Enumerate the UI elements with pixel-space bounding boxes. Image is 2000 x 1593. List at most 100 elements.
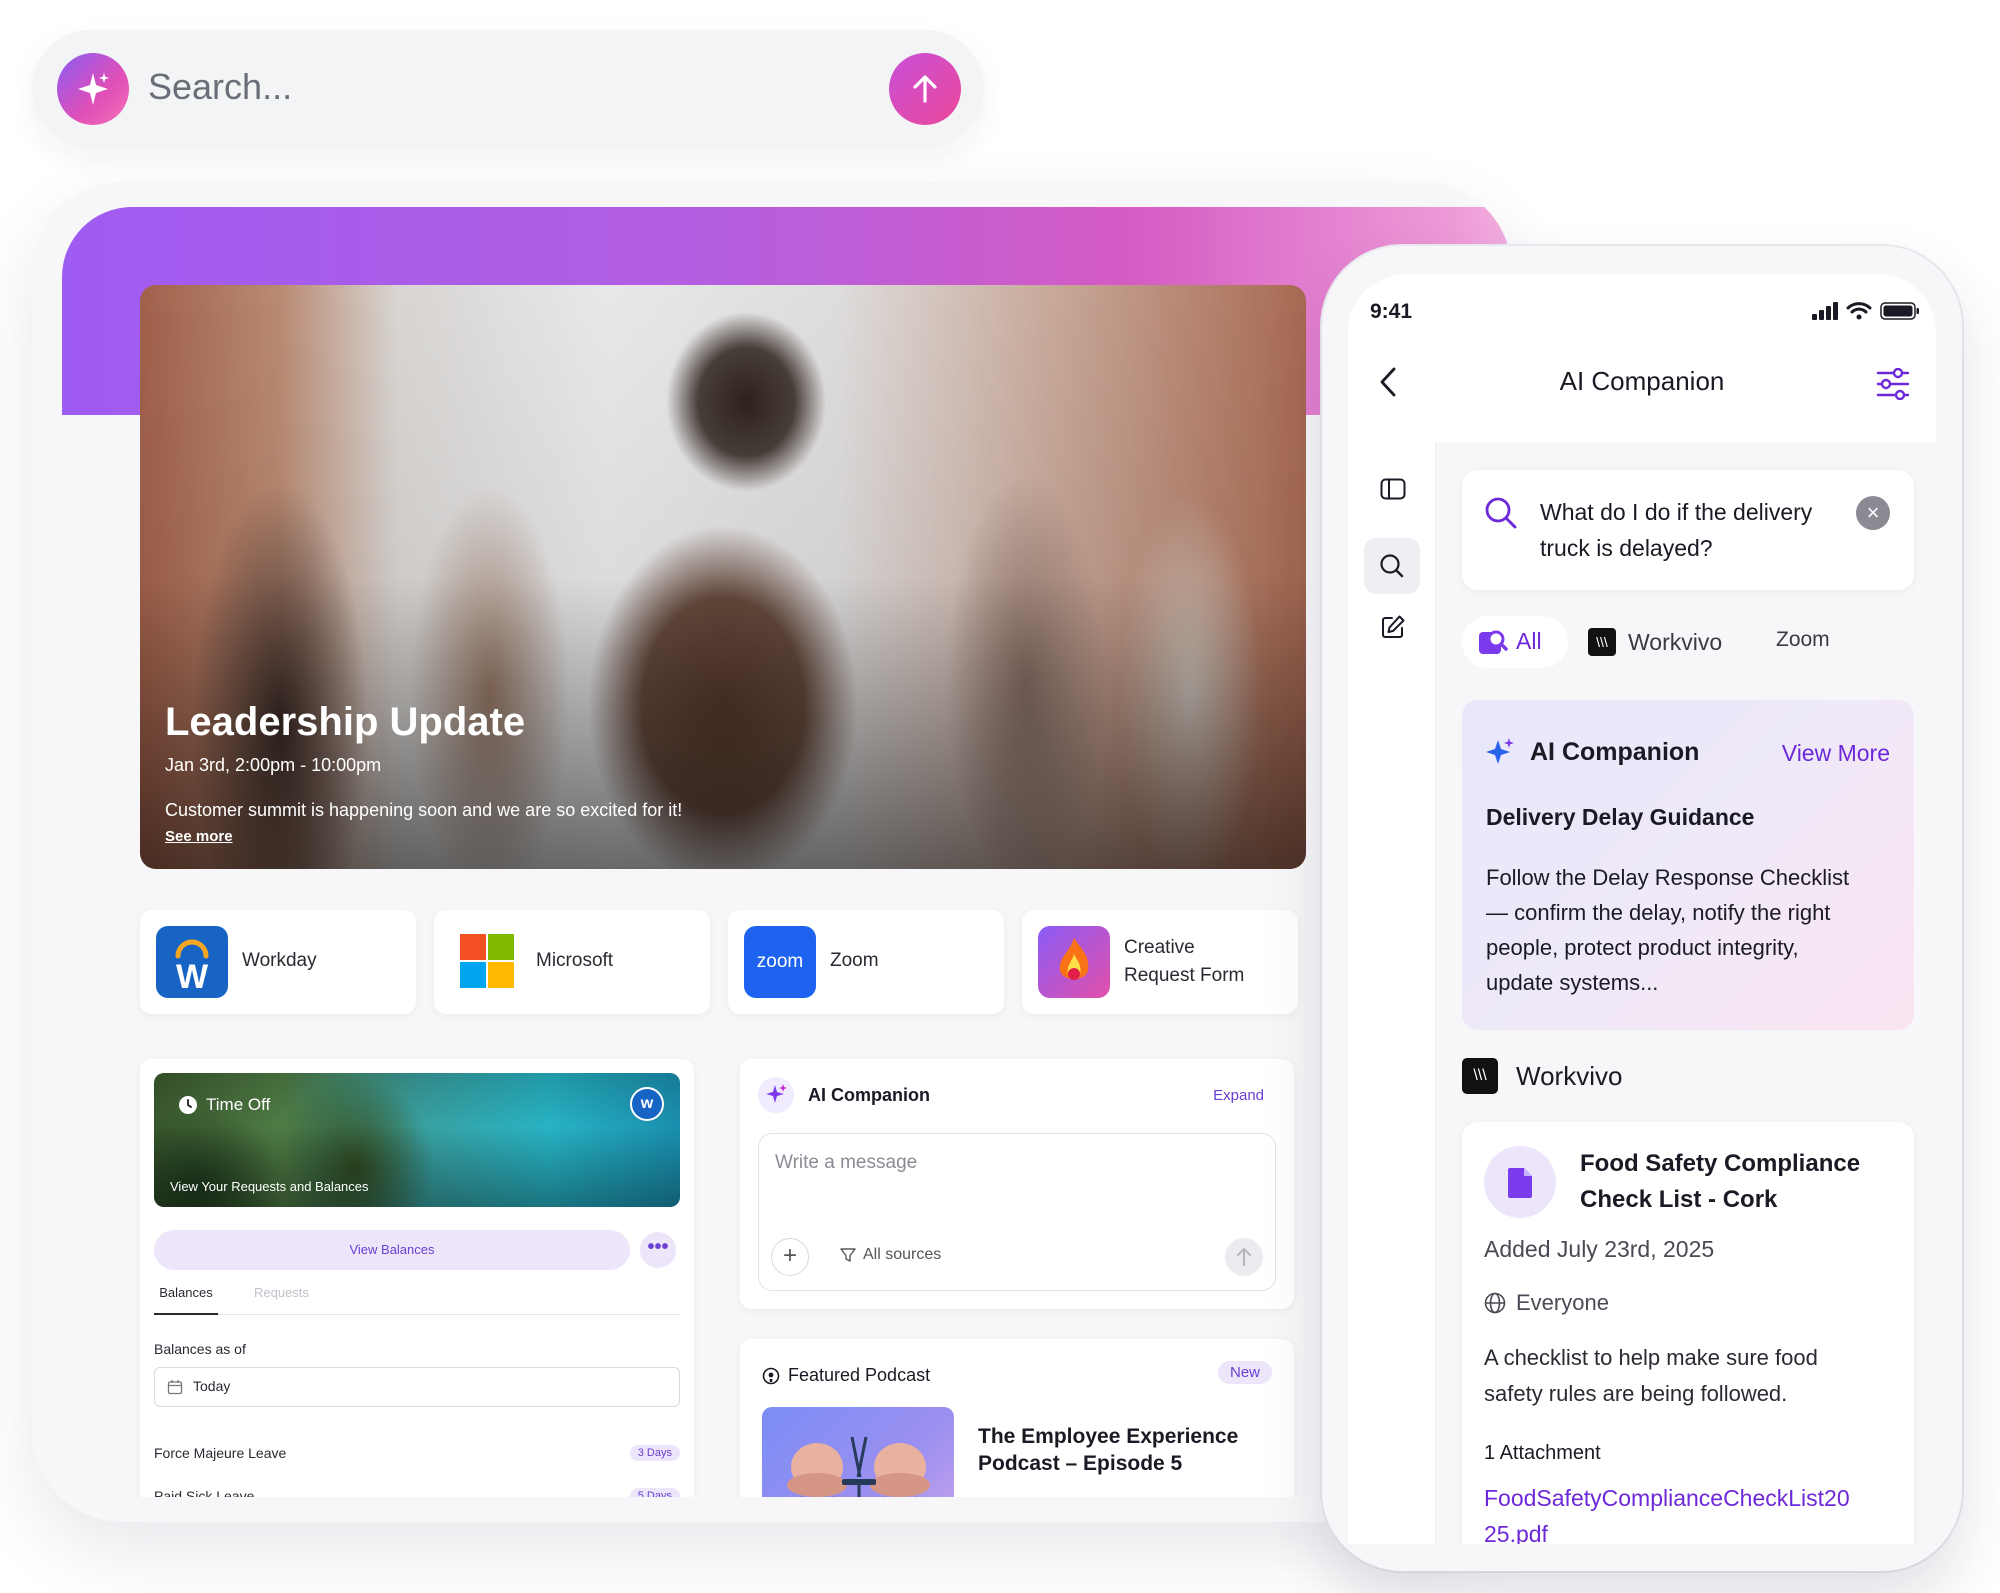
- global-search-bar[interactable]: Search...: [32, 30, 984, 148]
- phone-sidebar: [1348, 442, 1436, 1544]
- view-balances-button[interactable]: View Balances: [154, 1230, 630, 1270]
- ai-companion-widget: AI Companion Expand Write a message + Al…: [740, 1059, 1294, 1309]
- see-more-link[interactable]: See more: [165, 828, 233, 845]
- more-options-button[interactable]: •••: [640, 1232, 676, 1268]
- search-submit-button[interactable]: [889, 53, 961, 125]
- clear-query-button[interactable]: ×: [1856, 496, 1890, 530]
- filter-workvivo[interactable]: \\\ Workvivo: [1588, 616, 1722, 668]
- phone-frame: 9:41 AI Companion What do I do if the de…: [1322, 246, 1962, 1571]
- time-off-banner-image[interactable]: Time Off w View Your Requests and Balanc…: [154, 1073, 680, 1207]
- zoom-icon: zoom: [744, 926, 816, 998]
- balance-row-label: Paid Sick Leave: [154, 1488, 255, 1497]
- podcast-thumbnail[interactable]: [762, 1407, 954, 1497]
- balance-row: Force Majeure Leave 3 Days: [154, 1443, 680, 1467]
- balance-date-field[interactable]: Today: [154, 1367, 680, 1407]
- sparkle-icon: [57, 53, 129, 125]
- hero-image-overlay: [140, 285, 1306, 869]
- file-description-line: A checklist to help make sure food: [1484, 1345, 1818, 1370]
- app-tile-workday[interactable]: W Workday: [140, 910, 416, 1014]
- ai-panel-body-line: Follow the Delay Response Checklist: [1486, 865, 1850, 890]
- expand-link[interactable]: Expand: [1213, 1087, 1264, 1104]
- search-icon: [1485, 497, 1517, 529]
- featured-podcast-card: Featured Podcast New The Employee Experi…: [740, 1339, 1294, 1497]
- search-nav-button[interactable]: [1364, 538, 1420, 594]
- ai-companion-answer-panel: AI Companion View More Delivery Delay Gu…: [1462, 700, 1914, 1030]
- file-title-line: Food Safety Compliance: [1580, 1150, 1861, 1177]
- file-audience-label: Everyone: [1516, 1290, 1609, 1315]
- workvivo-section-title: Workvivo: [1516, 1060, 1623, 1091]
- file-added-date: Added July 23rd, 2025: [1484, 1236, 1715, 1262]
- clock-icon: [179, 1096, 197, 1114]
- send-button[interactable]: [1225, 1238, 1263, 1276]
- ai-panel-body-line: people, protect product integrity,: [1486, 935, 1799, 960]
- filter-workvivo-label: Workvivo: [1628, 628, 1723, 655]
- app-label-microsoft: Microsoft: [536, 950, 614, 971]
- file-audience: Everyone: [1484, 1290, 1609, 1316]
- creative-request-icon: [1038, 926, 1110, 998]
- app-label-creative-request: Creative Request Form: [1124, 934, 1244, 990]
- workday-badge-icon: w: [630, 1087, 664, 1121]
- podcast-title-line: Podcast – Episode 5: [978, 1452, 1183, 1475]
- phone-title: AI Companion: [1559, 366, 1725, 396]
- attachment-link[interactable]: FoodSafetyComplianceCheckList20 25.pdf: [1484, 1480, 1850, 1544]
- phone-screen: 9:41 AI Companion What do I do if the de…: [1348, 274, 1936, 1544]
- time-off-tabs: Balances Requests: [154, 1285, 680, 1315]
- filter-all-label: All: [1516, 628, 1542, 654]
- tablet-screen: Leadership Update Jan 3rd, 2:00pm - 10:0…: [62, 207, 1512, 1497]
- ai-panel-body-line: — confirm the delay, notify the right: [1486, 900, 1831, 925]
- balance-row-label: Force Majeure Leave: [154, 1445, 287, 1461]
- workvivo-icon: \\\: [1588, 628, 1616, 656]
- globe-icon: [1484, 1292, 1506, 1314]
- attachment-link-line: FoodSafetyComplianceCheckList20: [1484, 1485, 1850, 1511]
- podcast-title-line: The Employee Experience: [978, 1425, 1239, 1448]
- sparkle-icon: [758, 1077, 794, 1113]
- sidebar-toggle-icon[interactable]: [1380, 478, 1406, 500]
- calendar-icon: [167, 1380, 183, 1395]
- balance-row-badge: 5 Days: [629, 1488, 680, 1497]
- filter-all[interactable]: All: [1462, 616, 1568, 668]
- hero-date: Jan 3rd, 2:00pm - 10:00pm: [165, 755, 382, 775]
- app-tile-zoom[interactable]: zoom Zoom: [728, 910, 1004, 1014]
- app-label-line: Request Form: [1124, 965, 1245, 986]
- ai-message-box[interactable]: Write a message + All sources: [758, 1133, 1276, 1291]
- hero-leadership-update[interactable]: Leadership Update Jan 3rd, 2:00pm - 10:0…: [140, 285, 1306, 869]
- add-attachment-button[interactable]: +: [771, 1238, 809, 1276]
- tab-balances[interactable]: Balances: [154, 1285, 218, 1315]
- result-file-card[interactable]: Food Safety Compliance Check List - Cork…: [1462, 1122, 1914, 1544]
- podcast-header-label: Featured Podcast: [788, 1365, 931, 1385]
- tablet-frame: Leadership Update Jan 3rd, 2:00pm - 10:0…: [32, 182, 1512, 1522]
- workday-icon: W: [156, 926, 228, 998]
- ai-panel-title: AI Companion: [1530, 738, 1700, 766]
- query-card[interactable]: What do I do if the delivery truck is de…: [1462, 470, 1914, 590]
- all-sources-filter[interactable]: All sources: [839, 1246, 941, 1264]
- podcast-icon: [762, 1367, 780, 1384]
- search-icon: [1380, 554, 1404, 578]
- compose-icon[interactable]: [1380, 614, 1406, 640]
- wifi-icon: [1846, 302, 1872, 320]
- tab-requests[interactable]: Requests: [254, 1285, 309, 1300]
- app-label-line: Creative: [1124, 937, 1195, 958]
- signal-icon: [1812, 302, 1838, 320]
- search-input[interactable]: Search...: [148, 66, 292, 108]
- hero-title: Leadership Update: [165, 700, 526, 744]
- podcast-title[interactable]: The Employee Experience Podcast – Episod…: [978, 1423, 1238, 1477]
- time-off-title: Time Off: [206, 1095, 271, 1114]
- message-input[interactable]: Write a message: [775, 1152, 917, 1174]
- hero-description: Customer summit is happening soon and we…: [165, 800, 683, 820]
- balances-as-of-label: Balances as of: [154, 1341, 246, 1357]
- app-label-workday: Workday: [242, 950, 317, 971]
- settings-sliders-icon[interactable]: [1876, 368, 1910, 400]
- app-tile-creative-request[interactable]: Creative Request Form: [1022, 910, 1298, 1014]
- svg-text:W: W: [176, 958, 209, 996]
- balance-row: Paid Sick Leave 5 Days: [154, 1486, 680, 1497]
- all-sources-label: All sources: [863, 1246, 942, 1263]
- workvivo-section-header: \\\ Workvivo: [1462, 1058, 1622, 1094]
- view-more-link[interactable]: View More: [1782, 740, 1890, 767]
- app-tile-microsoft[interactable]: Microsoft: [434, 910, 710, 1014]
- time-off-title-row: Time Off: [178, 1095, 270, 1115]
- query-text: What do I do if the delivery truck is de…: [1540, 494, 1812, 566]
- query-text-line: truck is delayed?: [1540, 535, 1713, 561]
- file-description-line: safety rules are being followed.: [1484, 1381, 1788, 1406]
- app-label-zoom: Zoom: [830, 950, 879, 971]
- filter-zoom[interactable]: Zoom: [1776, 628, 1830, 652]
